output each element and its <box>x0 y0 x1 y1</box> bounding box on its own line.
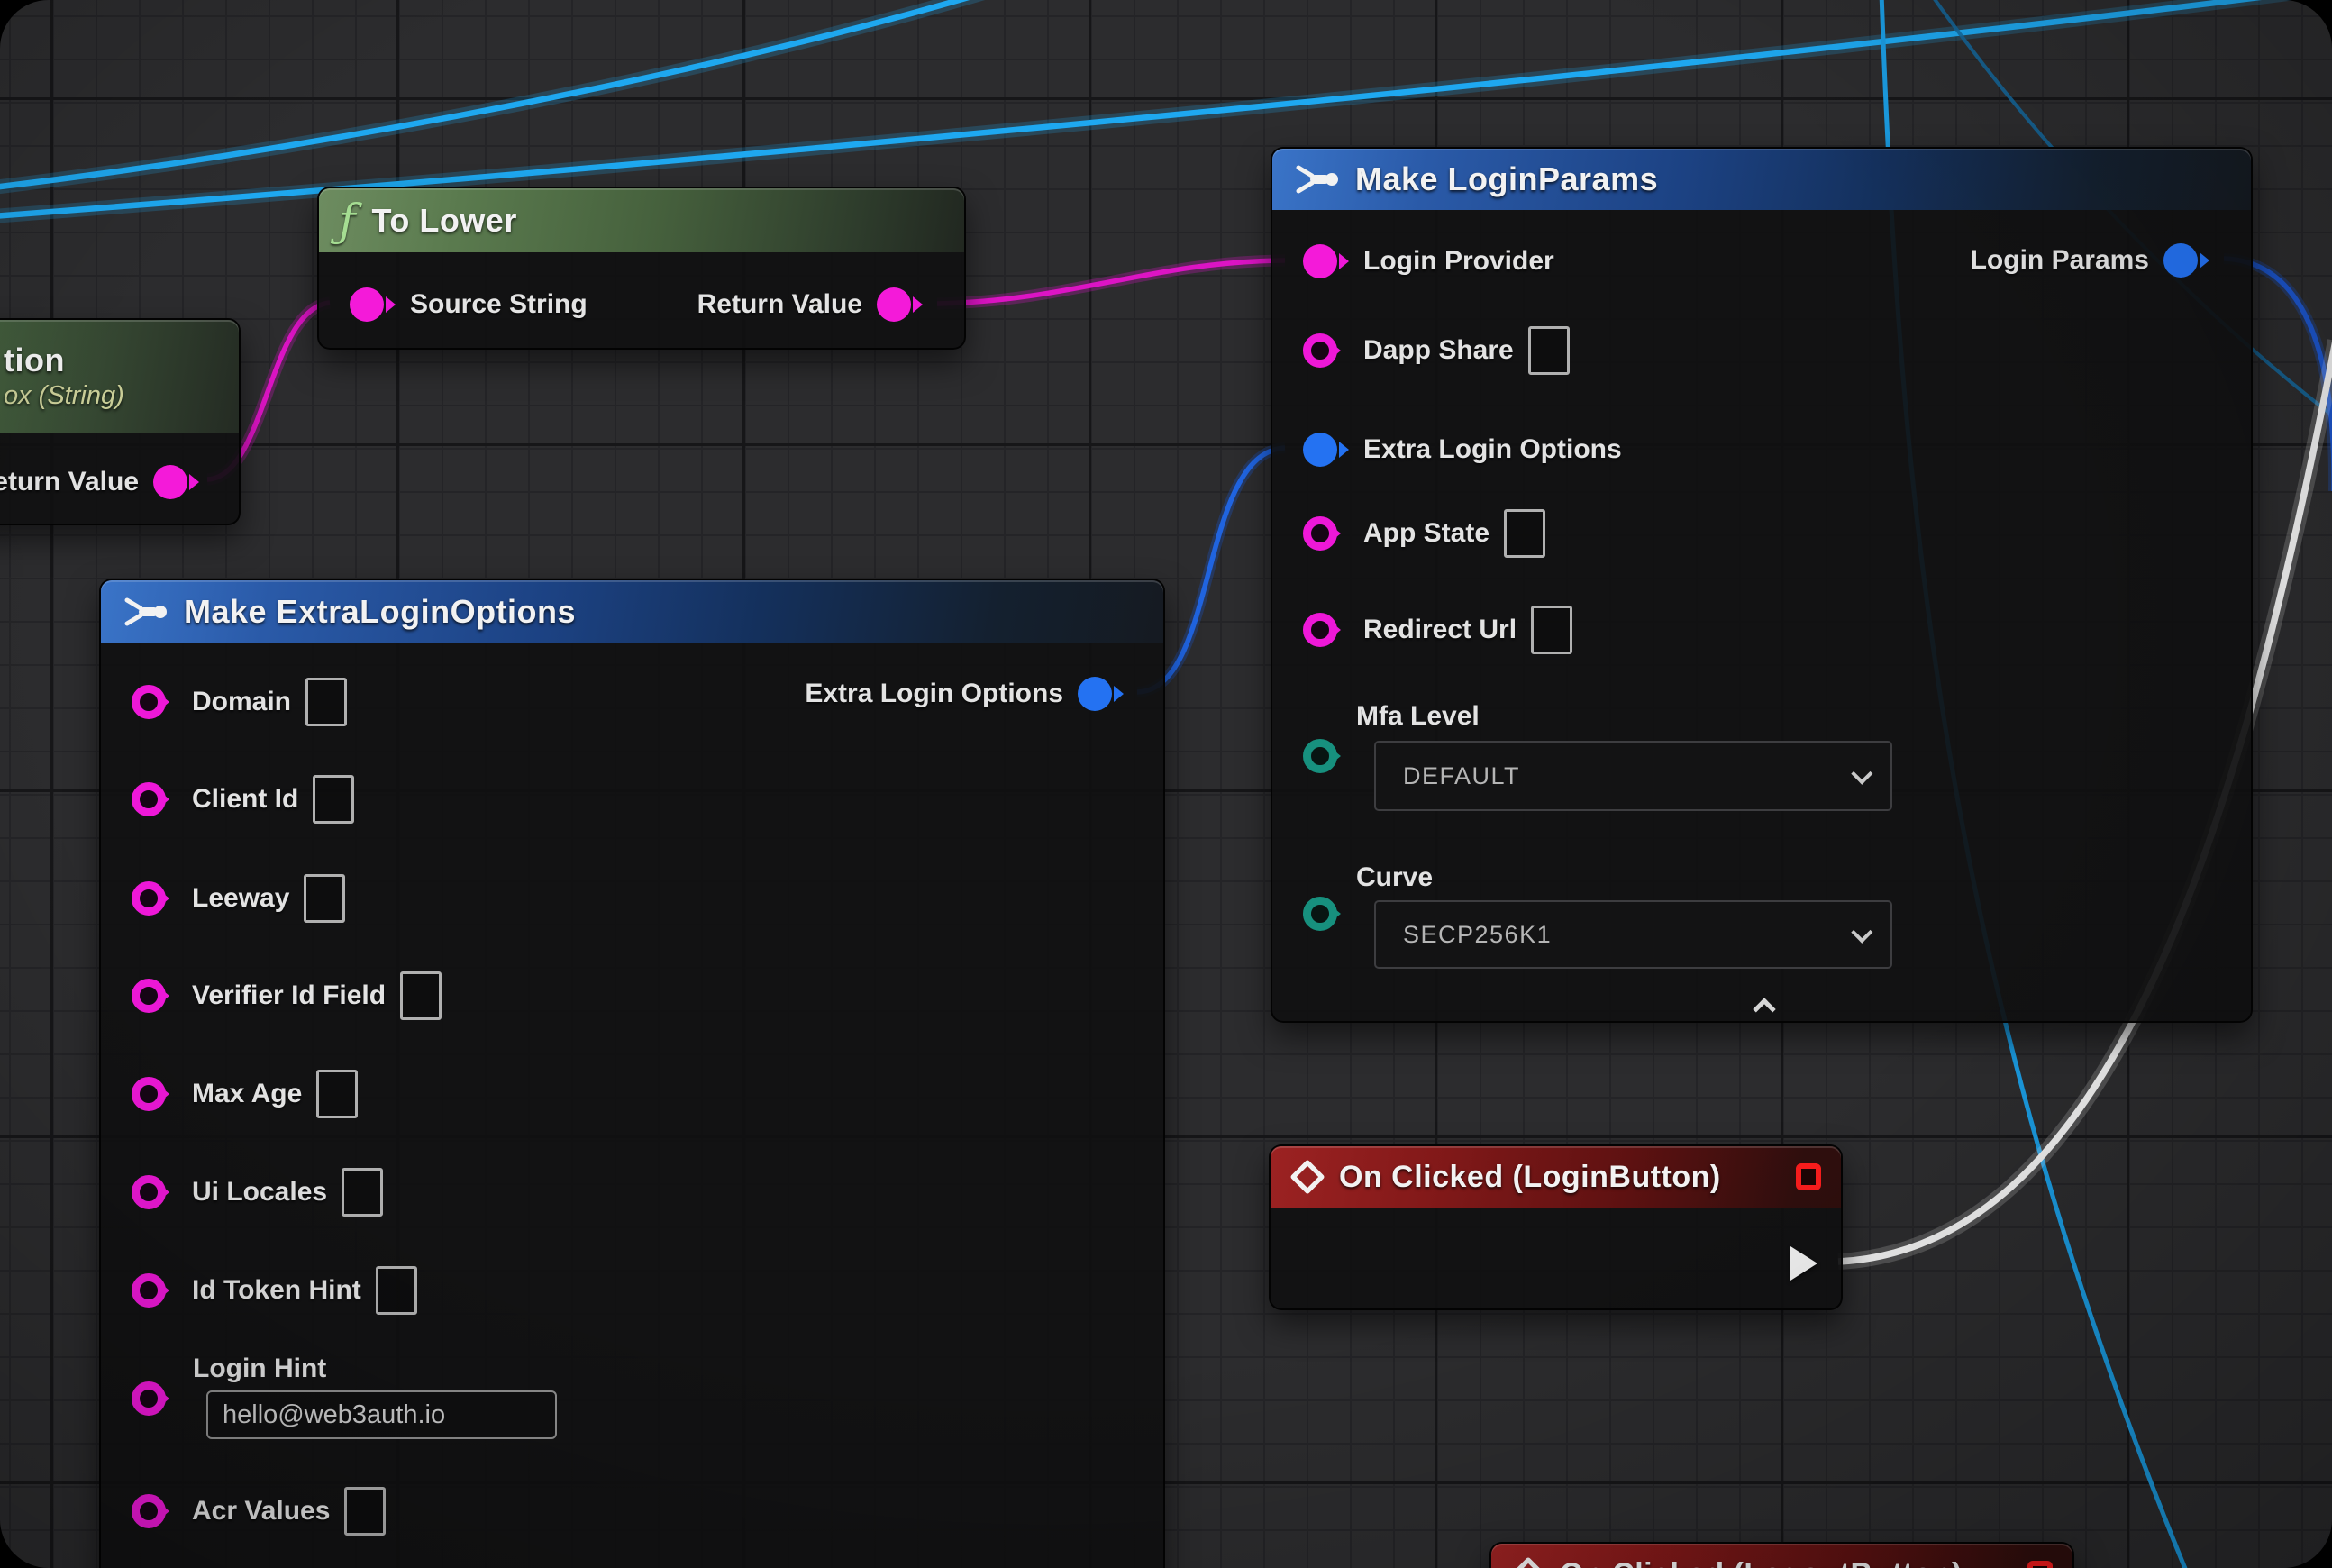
input-pin-ui-locales[interactable] <box>132 1175 166 1209</box>
node-to-lower[interactable]: ƒ To Lower Source String Return Value <box>317 187 966 350</box>
curve-dropdown[interactable]: SECP256K1 <box>1374 900 1892 969</box>
input-pin-dapp-share[interactable] <box>1303 333 1337 368</box>
output-pin-extra-login-options[interactable] <box>1078 677 1112 711</box>
pin-label-verifier-id-field: Verifier Id Field <box>192 980 386 1011</box>
input-pin-verifier-id-field[interactable] <box>132 979 166 1013</box>
pin-label-client-id: Client Id <box>192 784 298 815</box>
pin-label-id-token-hint: Id Token Hint <box>192 1275 361 1306</box>
chevron-down-icon <box>1851 921 1872 943</box>
input-pin-id-token-hint[interactable] <box>132 1273 166 1308</box>
input-pin-login-hint[interactable] <box>132 1381 166 1416</box>
node-on-clicked-logout-button[interactable]: On Clicked (LogoutButton) <box>1489 1542 2074 1568</box>
pin-label-leeway: Leeway <box>192 883 289 914</box>
mfa-level-label: Mfa Level <box>1356 701 1480 732</box>
pin-label-redirect-url: Redirect Url <box>1363 615 1517 645</box>
input-pin-max-age[interactable] <box>132 1077 166 1111</box>
input-pin-login-provider[interactable] <box>1303 244 1337 278</box>
login-hint-input[interactable] <box>206 1390 557 1439</box>
output-pin-return-value[interactable] <box>153 465 187 499</box>
ui-locales-checkbox[interactable] <box>342 1168 383 1217</box>
domain-checkbox[interactable] <box>305 678 347 726</box>
pin-label-domain: Domain <box>192 687 291 717</box>
pin-label-return-value-fragment: eturn Value <box>0 467 139 497</box>
pin-label-ui-locales: Ui Locales <box>192 1177 327 1208</box>
exec-output-pin[interactable] <box>1790 1246 1817 1281</box>
collapse-node-chevron-icon[interactable] <box>1753 998 1775 1020</box>
login-hint-label: Login Hint <box>193 1354 326 1384</box>
blueprint-graph-canvas[interactable]: tion ox (String) eturn Value ƒ To Lower … <box>0 0 2332 1568</box>
input-pin-redirect-url[interactable] <box>1303 613 1337 647</box>
input-pin-extra-login-options[interactable] <box>1303 433 1337 467</box>
pin-label-max-age: Max Age <box>192 1079 302 1109</box>
node-to-lower-header[interactable]: ƒ To Lower <box>319 188 964 252</box>
output-pin-return-value[interactable] <box>877 287 911 322</box>
node-title: Make ExtraLoginOptions <box>184 593 576 631</box>
node-text-source-partial[interactable]: tion ox (String) eturn Value <box>0 318 241 525</box>
bound-event-icon[interactable] <box>1796 1163 1821 1190</box>
input-pin-client-id[interactable] <box>132 782 166 816</box>
node-title: On Clicked (LoginButton) <box>1339 1160 1721 1195</box>
id-token-hint-checkbox[interactable] <box>376 1266 417 1315</box>
node-on-clicked-login-button[interactable]: On Clicked (LoginButton) <box>1269 1144 1843 1310</box>
make-struct-icon <box>1292 160 1339 198</box>
node-make-login-params[interactable]: Make LoginParams Login Provider Login Pa… <box>1271 147 2253 1023</box>
make-struct-icon <box>121 593 168 631</box>
event-diamond-icon <box>1511 1557 1545 1568</box>
app-state-checkbox[interactable] <box>1504 509 1545 558</box>
pin-label-dapp-share: Dapp Share <box>1363 335 1514 366</box>
pin-label-extra-login-options: Extra Login Options <box>1363 434 1622 465</box>
redirect-url-checkbox[interactable] <box>1531 606 1572 654</box>
pin-label-login-params: Login Params <box>1971 245 2149 276</box>
node-make-extra-login-options-header[interactable]: Make ExtraLoginOptions <box>101 580 1163 643</box>
node-text-source-header[interactable]: tion ox (String) <box>0 320 239 433</box>
pin-label-return-value: Return Value <box>697 289 862 320</box>
input-pin-source-string[interactable] <box>350 287 384 322</box>
curve-label: Curve <box>1356 862 1433 893</box>
bound-event-icon[interactable] <box>2027 1561 2053 1568</box>
output-pin-login-params[interactable] <box>2163 243 2198 278</box>
pin-label-app-state: App State <box>1363 518 1489 549</box>
input-pin-domain[interactable] <box>132 685 166 719</box>
node-title: To Lower <box>372 202 517 240</box>
max-age-checkbox[interactable] <box>316 1070 358 1118</box>
acr-values-checkbox[interactable] <box>344 1487 386 1536</box>
mfa-level-value: DEFAULT <box>1403 762 1520 790</box>
pin-label-acr-values: Acr Values <box>192 1496 330 1527</box>
verifier-id-field-checkbox[interactable] <box>400 971 442 1020</box>
node-title-fragment: tion <box>4 342 65 379</box>
input-pin-app-state[interactable] <box>1303 516 1337 551</box>
event-diamond-icon <box>1290 1160 1325 1194</box>
wire-cyan-steep-glow <box>0 0 984 187</box>
dapp-share-checkbox[interactable] <box>1528 326 1570 375</box>
node-title: On Clicked (LogoutButton) <box>1560 1557 1963 1568</box>
leeway-checkbox[interactable] <box>304 874 345 923</box>
node-on-clicked-login-header[interactable]: On Clicked (LoginButton) <box>1271 1146 1841 1208</box>
node-make-login-params-header[interactable]: Make LoginParams <box>1272 149 2251 210</box>
pin-label-source-string: Source String <box>410 289 588 320</box>
input-pin-curve[interactable] <box>1303 897 1337 931</box>
node-title: Make LoginParams <box>1355 160 1658 198</box>
node-make-extra-login-options[interactable]: Make ExtraLoginOptions Extra Login Optio… <box>99 579 1165 1568</box>
function-icon: ƒ <box>339 198 356 243</box>
input-pin-mfa-level[interactable] <box>1303 739 1337 773</box>
input-pin-acr-values[interactable] <box>132 1494 166 1528</box>
pin-label-extra-login-options-out: Extra Login Options <box>805 679 1063 709</box>
chevron-down-icon <box>1851 762 1872 784</box>
node-on-clicked-logout-header[interactable]: On Clicked (LogoutButton) <box>1491 1544 2072 1568</box>
mfa-level-dropdown[interactable]: DEFAULT <box>1374 741 1892 811</box>
pin-label-login-provider: Login Provider <box>1363 246 1554 277</box>
node-subtitle-fragment: ox (String) <box>4 381 124 411</box>
client-id-checkbox[interactable] <box>313 775 354 824</box>
curve-value: SECP256K1 <box>1403 921 1552 949</box>
input-pin-leeway[interactable] <box>132 881 166 916</box>
